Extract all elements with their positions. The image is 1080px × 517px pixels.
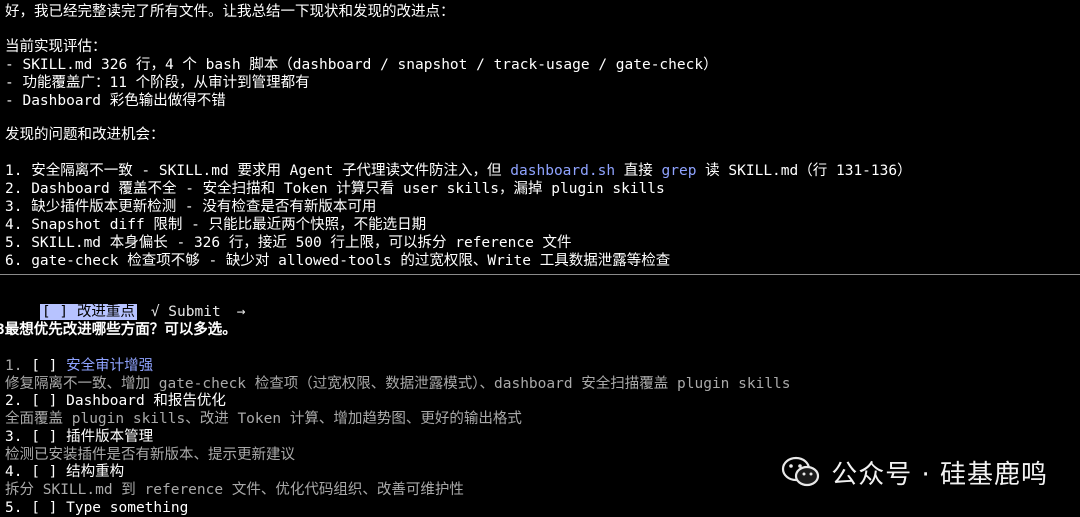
- issues-heading: 发现的问题和改进机会：: [5, 127, 165, 143]
- tab-focus-areas[interactable]: [ ] 改进重点: [39, 304, 137, 320]
- question-text: 3最想优先改进哪些方面？可以多选。: [0, 322, 237, 338]
- option-label: 安全审计增强: [66, 358, 154, 374]
- option-item-custom[interactable]: 5. [ ] Type something: [5, 499, 188, 517]
- issue-item: 5. SKILL.md 本身偏长 - 326 行，接近 500 行上限，可以拆分…: [5, 235, 572, 251]
- option-item-dashboard[interactable]: 2. [ ] Dashboard 和报告优化: [5, 392, 226, 410]
- divider: [0, 274, 1080, 275]
- issue-text: 1. 安全隔离不一致 - SKILL.md 要求用 Agent 子代理读文件防注…: [5, 163, 511, 179]
- current-item: - SKILL.md 326 行，4 个 bash 脚本（dashboard /…: [5, 57, 718, 73]
- option-number: 1.: [5, 358, 32, 374]
- option-checkbox[interactable]: [ ]: [31, 358, 66, 374]
- option-item-security[interactable]: 1. [ ] 安全审计增强: [5, 357, 153, 375]
- code-ref-dashboard: dashboard.sh: [510, 163, 616, 179]
- wechat-icon: [782, 456, 820, 487]
- terminal-window: 好，我已经完整读完了所有文件。让我总结一下现状和发现的改进点： 当前实现评估： …: [0, 0, 1080, 517]
- code-ref-grep: grep: [661, 163, 697, 179]
- issue-item: 2. Dashboard 覆盖不全 - 安全扫描和 Token 计算只看 use…: [5, 181, 665, 197]
- issue-item: 1. 安全隔离不一致 - SKILL.md 要求用 Agent 子代理读文件防注…: [5, 162, 912, 180]
- option-description: 修复隔离不一致、增加 gate-check 检查项（过宽权限、数据泄露模式）、d…: [5, 376, 791, 392]
- option-description: 拆分 SKILL.md 到 reference 文件、优化代码组织、改善可维护性: [5, 482, 464, 498]
- watermark: 公众号 · 硅基鹿鸣: [781, 455, 1048, 490]
- option-description: 检测已安装插件是否有新版本、提示更新建议: [5, 447, 295, 463]
- next-arrow-icon[interactable]: →: [237, 304, 246, 320]
- current-item: - 功能覆盖广：11 个阶段，从审计到管理都有: [5, 75, 310, 91]
- tab-submit[interactable]: √ Submit: [151, 304, 221, 320]
- intro-text: 好，我已经完整读完了所有文件。让我总结一下现状和发现的改进点：: [5, 4, 455, 20]
- current-item: - Dashboard 彩色输出做得不错: [5, 93, 226, 109]
- issue-item: 4. Snapshot diff 限制 - 只能比最近两个快照，不能选日期: [5, 217, 427, 233]
- issue-text: 直接: [615, 163, 662, 179]
- watermark-text: 公众号 · 硅基鹿鸣: [831, 459, 1048, 490]
- current-heading: 当前实现评估：: [5, 39, 107, 55]
- issue-text: 读 SKILL.md（行 131-136）: [696, 163, 912, 179]
- option-description: 全面覆盖 plugin skills、改进 Token 计算、增加趋势图、更好的…: [5, 411, 522, 427]
- option-item-refactor[interactable]: 4. [ ] 结构重构: [5, 463, 124, 481]
- option-item-plugin-version[interactable]: 3. [ ] 插件版本管理: [5, 428, 153, 446]
- issue-item: 6. gate-check 检查项不够 - 缺少对 allowed-tools …: [5, 253, 671, 269]
- issue-item: 3. 缺少插件版本更新检测 - 没有检查是否有新版本可用: [5, 199, 377, 215]
